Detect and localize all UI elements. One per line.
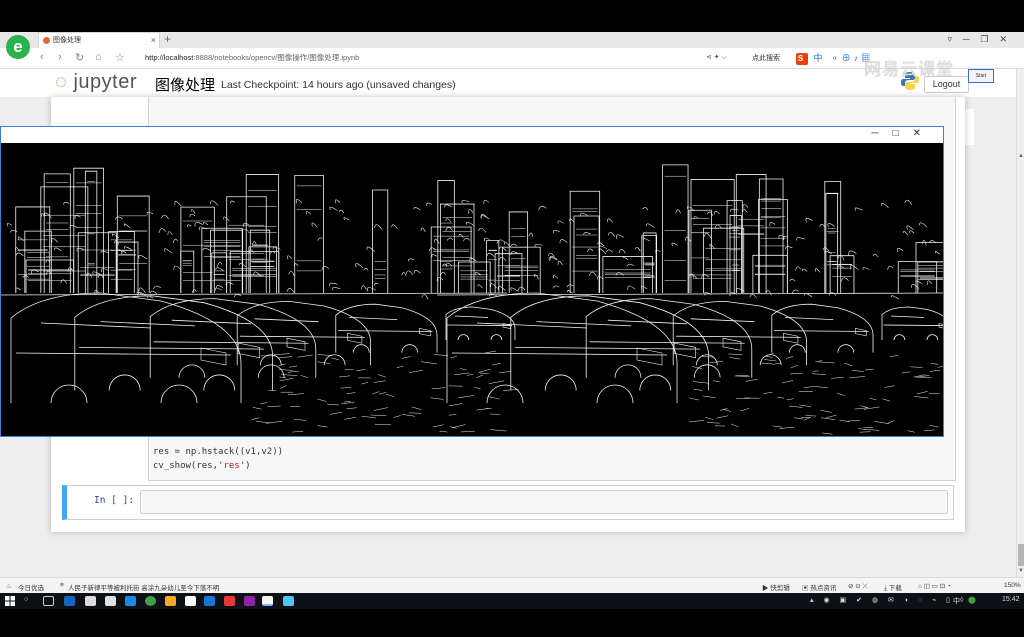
windows-start-icon[interactable]: [5, 596, 15, 606]
opencv-titlebar[interactable]: ─□✕: [1, 127, 943, 143]
code-string: 'res': [218, 461, 246, 471]
status-tools[interactable]: ⊘ ⊙ ⤫: [848, 582, 868, 591]
address-bar[interactable]: http://localhost:8888/notebooks/opencv/图…: [140, 50, 700, 66]
ime-indicator[interactable]: 中: [814, 53, 826, 63]
news-ticker[interactable]: 人民子新律平等被利托街 高涂九朵幼儿至今下落不明: [68, 582, 219, 592]
search-label[interactable]: 点此搜索: [752, 53, 780, 63]
maximize-icon[interactable]: □: [893, 128, 913, 139]
app-task-icon-10[interactable]: [283, 596, 294, 606]
start-mini-button[interactable]: Start: [968, 69, 994, 83]
app-task-icon-3[interactable]: [125, 596, 136, 606]
quick-clip-label: 快剪辑: [770, 585, 790, 592]
browser-window-controls[interactable]: ▿─❐✕: [947, 34, 1018, 45]
url-path: :8888/notebooks/opencv/图像操作/图像处理.ipynb: [193, 53, 360, 62]
app-task-icon-9[interactable]: [262, 596, 273, 606]
tab-title: 图像处理: [53, 37, 81, 44]
cortana-icon[interactable]: ○: [24, 596, 28, 603]
hot-news[interactable]: ▣ 热点资讯: [802, 582, 836, 592]
app-task-icon-5[interactable]: [185, 596, 196, 606]
code-call: cv_show(res,: [153, 461, 219, 471]
quick-clip[interactable]: ▶ 快剪辑: [762, 582, 790, 592]
jupyter-header: ◌ jupyter 图像处理 Last Checkpoint: 14 hours…: [0, 60, 1016, 97]
toolbar-icons[interactable]: S 中 ⚬⊕♪▦: [796, 51, 873, 65]
empty-input-cell[interactable]: In [ ]:: [62, 485, 954, 520]
download-label: 下载: [888, 585, 902, 592]
forward-icon[interactable]: ›: [58, 51, 62, 63]
canny-edge-image: [1, 143, 943, 436]
zoom-level[interactable]: 150%: [1004, 582, 1021, 589]
system-tray-icons[interactable]: ▴ ◉ ▣ ✔ ◍ ✉ ◑ ◌ ⌁ ▯ ◊: [810, 596, 967, 604]
status-misc-icons[interactable]: ⌂ ◫ ▭ ⊡ ◔: [918, 582, 951, 590]
hot-news-label: 热点资讯: [810, 585, 837, 592]
app-task-icon-1[interactable]: [85, 596, 96, 606]
today-picks[interactable]: 今日优选: [18, 582, 44, 592]
fire-icon: ♨: [6, 583, 12, 590]
opencv-window-controls[interactable]: ─□✕: [871, 128, 935, 139]
code-line-hstack: res = np.hstack((v1,v2)): [153, 447, 284, 457]
folder-task-icon[interactable]: [165, 596, 176, 606]
task-view-icon[interactable]: [43, 596, 54, 606]
new-tab-button[interactable]: +: [164, 32, 171, 47]
windows-taskbar: ○ ▴ ◉ ▣ ✔ ◍ ✉ ◑ ◌ ⌁ ▯ ◊ 中 ⬤ 15:42: [0, 593, 1024, 609]
browser-status-bar: ♨ 今日优选 ≡ 人民子新律平等被利托街 高涂九朵幼儿至今下落不明 ▶ 快剪辑 …: [0, 577, 1024, 593]
cell-input-field[interactable]: [140, 490, 948, 514]
app-task-icon-4[interactable]: [145, 596, 156, 606]
input-prompt: In [ ]:: [94, 495, 135, 506]
news-ticker-icon: ≡: [60, 582, 64, 589]
close-icon[interactable]: ✕: [913, 128, 935, 139]
tab-notebook[interactable]: 图像处理 ×: [38, 32, 160, 48]
home-icon[interactable]: ⌂: [95, 51, 102, 63]
screen: 图像处理 × + ▿─❐✕ e ‹ › ↻ ⌂ ☆ http://localho…: [0, 0, 1024, 637]
ime-taskbar[interactable]: 中: [953, 596, 960, 606]
edge-drawing: [1, 143, 943, 436]
app-task-icon-8[interactable]: [244, 596, 255, 606]
app-task-icon-7[interactable]: [224, 596, 235, 606]
code-line-show: cv_show(res,'res'): [153, 461, 251, 471]
page-scrollbar[interactable]: ▲ ▼: [1016, 69, 1024, 577]
back-icon[interactable]: ‹: [40, 51, 44, 63]
jupyter-orb-icon: ◌: [55, 71, 68, 93]
sogou-icon[interactable]: S: [796, 53, 808, 65]
security-tray-icon[interactable]: ⬤: [968, 596, 976, 604]
tab-bar: 图像处理 × + ▿─❐✕: [0, 32, 1024, 48]
notebook-title[interactable]: 图像处理: [155, 74, 215, 95]
jupyter-logo[interactable]: ◌ jupyter: [55, 71, 137, 94]
url-host: http://localhost: [145, 53, 194, 62]
scroll-down-icon[interactable]: ▼: [1018, 568, 1024, 574]
reload-icon[interactable]: ↻: [75, 51, 84, 64]
code-paren: ): [245, 461, 251, 471]
browser-logo-icon[interactable]: e: [6, 35, 30, 59]
share-icon[interactable]: ⋖ ✦ ⌵: [706, 53, 727, 62]
opencv-image-window[interactable]: ─□✕: [0, 126, 944, 437]
checkpoint-status: Last Checkpoint: 14 hours ago (unsaved c…: [221, 79, 456, 91]
tab-close-icon[interactable]: ×: [151, 33, 156, 48]
star-icon[interactable]: ☆: [115, 51, 125, 64]
app-task-icon-2[interactable]: [105, 596, 116, 606]
clock[interactable]: 15:42: [1002, 596, 1020, 603]
scroll-up-icon[interactable]: ▲: [1018, 153, 1024, 159]
download-button[interactable]: ⤓ 下载: [884, 582, 902, 593]
jupyter-logo-text: jupyter: [73, 71, 137, 93]
browser-window: 图像处理 × + ▿─❐✕ e ‹ › ↻ ⌂ ☆ http://localho…: [0, 32, 1024, 593]
scroll-thumb[interactable]: [1018, 544, 1024, 566]
browser-task-icon[interactable]: [64, 596, 75, 606]
minimize-icon[interactable]: ─: [871, 128, 892, 139]
jupyter-favicon-icon: [43, 37, 50, 44]
app-task-icon-6[interactable]: [204, 596, 215, 606]
logout-button[interactable]: Logout: [924, 76, 969, 93]
